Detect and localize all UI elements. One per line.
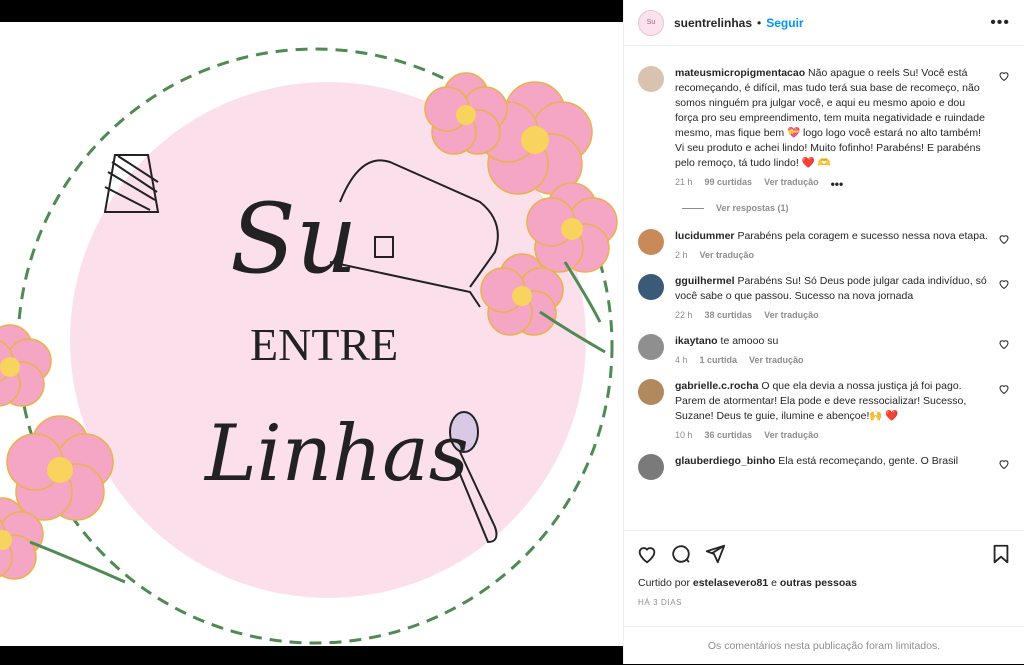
comment-username[interactable]: lucidummer (675, 230, 735, 242)
comment-likes[interactable]: 38 curtidas (705, 310, 753, 320)
liked-by-prefix: Curtido por (638, 577, 690, 589)
comment-username[interactable]: ikaytano (675, 335, 718, 347)
comment-item: gguilhermel Parabéns Su! Só Deus pode ju… (638, 274, 1010, 320)
comment-likes[interactable]: 36 curtidas (705, 430, 753, 440)
liked-by-user[interactable]: estelasevero81 (693, 577, 768, 589)
post-sidebar: Su suentrelinhas • Seguir ••• mateusmicr… (623, 0, 1024, 664)
comment-item: ikaytano te amooo su 4 h 1 curtida Ver tra… (638, 334, 1010, 365)
comment-username[interactable]: gguilhermel (675, 275, 735, 287)
comment-likes[interactable]: 1 curtida (700, 355, 738, 365)
comment-options-icon[interactable]: ••• (831, 177, 844, 191)
comment-icon[interactable] (670, 543, 692, 565)
liked-by-others[interactable]: outras pessoas (780, 577, 857, 589)
post-actions-bar (624, 530, 1024, 576)
art-title-bottom: Linhas (203, 409, 469, 499)
commenter-avatar[interactable] (638, 379, 664, 405)
liked-by-conj: e (771, 577, 777, 589)
comment-item: glauberdiego_binho Ela está recomeçando,… (638, 454, 1010, 480)
comment-heart-icon[interactable] (998, 278, 1010, 290)
heart-icon[interactable] (636, 543, 658, 565)
translate-link[interactable]: Ver tradução (700, 250, 755, 260)
comment-username[interactable]: glauberdiego_binho (675, 455, 775, 467)
translate-link[interactable]: Ver tradução (764, 310, 819, 320)
comment-heart-icon[interactable] (998, 70, 1010, 82)
translate-link[interactable]: Ver tradução (764, 177, 819, 191)
share-icon[interactable] (704, 543, 726, 565)
comment-text: Ela está recomeçando, gente. O Brasil (778, 455, 959, 467)
comment-time: 10 h (675, 430, 693, 440)
liked-by: Curtido por estelasevero81 e outras pess… (638, 577, 857, 589)
follow-button[interactable]: Seguir (766, 16, 803, 30)
comment-username[interactable]: mateusmicropigmentacao (675, 67, 805, 79)
comment-heart-icon[interactable] (998, 383, 1010, 395)
comments-limited-notice: Os comentários nesta publicação foram li… (624, 626, 1024, 665)
post-image[interactable]: Su ENTRE Linhas (0, 22, 623, 646)
post-media-area: Su ENTRE Linhas (0, 0, 623, 664)
commenter-avatar[interactable] (638, 454, 664, 480)
commenter-avatar[interactable] (638, 229, 664, 255)
comment-likes[interactable]: 99 curtidas (705, 177, 753, 191)
comment-item: gabrielle.c.rocha O que ela devia a noss… (638, 379, 1010, 440)
comment-time: 2 h (675, 250, 688, 260)
comments-list[interactable]: mateusmicropigmentacao Não apague o reel… (624, 46, 1024, 530)
view-replies-button[interactable]: Ver respostas (1) (682, 203, 1010, 213)
commenter-avatar[interactable] (638, 334, 664, 360)
comment-heart-icon[interactable] (998, 338, 1010, 350)
comment-time: 22 h (675, 310, 693, 320)
separator-dot: • (757, 15, 762, 30)
post-date: HÁ 3 DIAS (638, 598, 683, 607)
post-header: Su suentrelinhas • Seguir ••• (624, 0, 1024, 46)
commenter-avatar[interactable] (638, 274, 664, 300)
comment-heart-icon[interactable] (998, 233, 1010, 245)
commenter-avatar[interactable] (638, 66, 664, 92)
bookmark-icon[interactable] (990, 543, 1012, 565)
more-icon[interactable]: ••• (990, 14, 1010, 32)
comment-time: 21 h (675, 177, 693, 187)
translate-link[interactable]: Ver tradução (764, 430, 819, 440)
comment-time: 4 h (675, 355, 688, 365)
su-entre-linhas-logo: Su ENTRE Linhas (0, 47, 618, 645)
comment-item: lucidummer Parabéns pela coragem e suces… (638, 229, 1010, 260)
author-avatar[interactable]: Su (638, 9, 664, 36)
comment-text: Parabéns pela coragem e sucesso nessa no… (737, 230, 988, 242)
comment-text: te amooo su (720, 335, 779, 347)
translate-link[interactable]: Ver tradução (749, 355, 804, 365)
comment-item: mateusmicropigmentacao Não apague o reel… (638, 66, 1010, 191)
comment-text: Não apague o reels Su! Você está recomeç… (675, 67, 985, 169)
art-title-top: Su (230, 183, 358, 295)
comment-heart-icon[interactable] (998, 458, 1010, 470)
comment-username[interactable]: gabrielle.c.rocha (675, 380, 758, 392)
author-username[interactable]: suentrelinhas (674, 16, 752, 30)
art-title-mid: ENTRE (250, 319, 398, 370)
